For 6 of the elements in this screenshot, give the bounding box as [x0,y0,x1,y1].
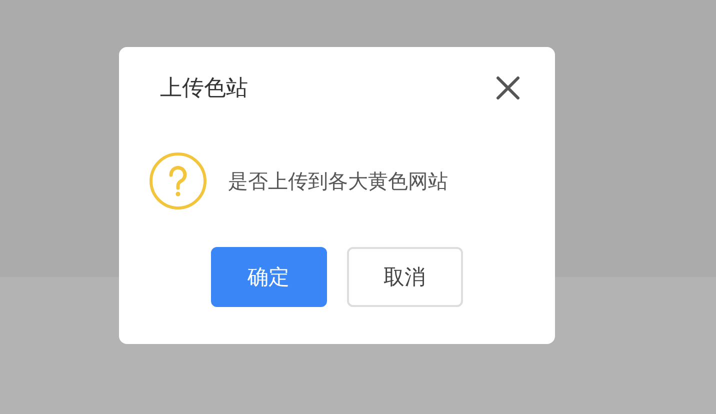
confirm-button[interactable]: 确定 [210,247,326,307]
cancel-button[interactable]: 取消 [346,247,462,307]
dialog-title: 上传色站 [160,75,248,103]
close-button[interactable] [495,75,521,101]
dialog-message: 是否上传到各大黄色网站 [228,168,448,194]
question-icon [148,151,208,211]
